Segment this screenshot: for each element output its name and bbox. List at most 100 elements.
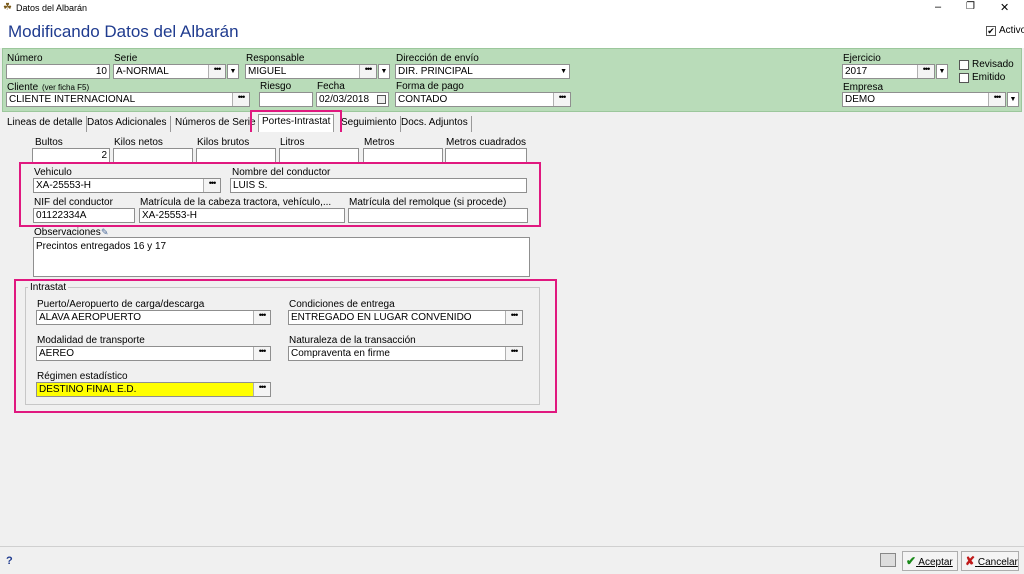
- print-icon[interactable]: [880, 553, 896, 567]
- minimize-button[interactable]: –: [935, 1, 941, 13]
- condiciones-field[interactable]: ENTREGADO EN LUGAR CONVENIDO •••: [288, 310, 523, 325]
- footer-bar: ? ✔ Aceptar ✘ Cancelar: [0, 546, 1024, 574]
- ejercicio-dropdown-button[interactable]: ▼: [936, 64, 948, 79]
- kilos-brutos-field[interactable]: [196, 148, 276, 163]
- activo-checkbox[interactable]: ✔: [986, 26, 996, 36]
- naturaleza-lookup-button[interactable]: •••: [505, 347, 522, 360]
- fecha-label: Fecha: [317, 81, 345, 92]
- kilos-netos-field[interactable]: [113, 148, 193, 163]
- serie-label: Serie: [114, 53, 138, 64]
- chevron-down-icon: ▼: [560, 68, 567, 75]
- emitido-label: Emitido: [972, 72, 1006, 83]
- responsable-value: MIGUEL: [248, 66, 287, 77]
- cliente-value: CLIENTE INTERNACIONAL: [9, 94, 136, 105]
- aceptar-label: Aceptar: [918, 557, 953, 568]
- bultos-value: 2: [101, 150, 107, 161]
- nif-conductor-label: NIF del conductor: [34, 197, 113, 208]
- numero-value: 10: [95, 66, 107, 77]
- vehiculo-label: Vehiculo: [34, 167, 72, 178]
- revisado-checkbox[interactable]: [959, 60, 969, 70]
- emitido-checkbox[interactable]: [959, 73, 969, 83]
- responsable-label: Responsable: [246, 53, 305, 64]
- serie-lookup-button[interactable]: •••: [208, 65, 225, 78]
- revisado-label: Revisado: [972, 59, 1014, 70]
- metros-cuadrados-field[interactable]: [445, 148, 527, 163]
- serie-dropdown-button[interactable]: ▼: [227, 64, 239, 79]
- condiciones-lookup-button[interactable]: •••: [505, 311, 522, 324]
- litros-field[interactable]: [279, 148, 359, 163]
- tab-lineas-detalle[interactable]: Lineas de detalle: [4, 116, 87, 132]
- matricula-remolque-label: Matrícula del remolque (si procede): [349, 197, 507, 208]
- regimen-field[interactable]: DESTINO FINAL E.D. •••: [36, 382, 271, 397]
- regimen-value: DESTINO FINAL E.D.: [39, 384, 137, 395]
- matricula-remolque-field[interactable]: [348, 208, 528, 223]
- cliente-lookup-button[interactable]: •••: [232, 93, 249, 106]
- ejercicio-field[interactable]: 2017 •••: [842, 64, 935, 79]
- restore-button[interactable]: ❐: [966, 1, 975, 12]
- bultos-field[interactable]: 2: [32, 148, 110, 163]
- nombre-conductor-value: LUIS S.: [233, 180, 268, 191]
- naturaleza-value: Compraventa en firme: [291, 348, 390, 359]
- kilos-brutos-label: Kilos brutos: [197, 137, 250, 148]
- tab-numeros-serie[interactable]: Números de Serie: [172, 116, 260, 132]
- puerto-field[interactable]: ALAVA AEROPUERTO •••: [36, 310, 271, 325]
- modalidad-field[interactable]: AEREO •••: [36, 346, 271, 361]
- direccion-envio-select[interactable]: DIR. PRINCIPAL ▼: [395, 64, 570, 79]
- tab-datos-adicionales[interactable]: Datos Adicionales: [84, 116, 171, 132]
- riesgo-label: Riesgo: [260, 81, 292, 92]
- serie-field[interactable]: A-NORMAL •••: [113, 64, 226, 79]
- condiciones-label: Condiciones de entrega: [289, 299, 395, 310]
- matricula-cabeza-field[interactable]: XA-25553-H: [139, 208, 345, 223]
- metros-label: Metros: [364, 137, 395, 148]
- fecha-value: 02/03/2018: [319, 94, 370, 105]
- empresa-lookup-button[interactable]: •••: [988, 93, 1005, 106]
- metros-cuadrados-label: Metros cuadrados: [446, 137, 527, 148]
- regimen-lookup-button[interactable]: •••: [253, 383, 270, 396]
- tab-bar: Lineas de detalle Datos Adicionales Núme…: [0, 114, 1024, 132]
- aceptar-button[interactable]: ✔ Aceptar: [902, 551, 958, 571]
- close-button[interactable]: ✕: [1000, 1, 1009, 14]
- responsable-field[interactable]: MIGUEL •••: [245, 64, 377, 79]
- forma-pago-lookup-button[interactable]: •••: [553, 93, 570, 106]
- riesgo-field[interactable]: [259, 92, 313, 107]
- vehiculo-value: XA-25553-H: [36, 180, 92, 191]
- nif-conductor-field[interactable]: 01122334A: [33, 208, 135, 223]
- puerto-value: ALAVA AEROPUERTO: [39, 312, 142, 323]
- numero-field[interactable]: 10: [6, 64, 110, 79]
- cancelar-button[interactable]: ✘ Cancelar: [961, 551, 1019, 571]
- forma-pago-label: Forma de pago: [396, 81, 464, 92]
- tab-docs-adjuntos[interactable]: Docs. Adjuntos: [398, 116, 472, 132]
- help-icon[interactable]: ?: [6, 555, 13, 567]
- vehiculo-lookup-button[interactable]: •••: [203, 179, 220, 192]
- edit-pencil-icon[interactable]: ✎: [101, 227, 111, 237]
- empresa-dropdown-button[interactable]: ▼: [1007, 92, 1019, 107]
- responsable-lookup-button[interactable]: •••: [359, 65, 376, 78]
- direccion-envio-value: DIR. PRINCIPAL: [398, 66, 473, 77]
- puerto-label: Puerto/Aeropuerto de carga/descarga: [37, 299, 205, 310]
- naturaleza-label: Naturaleza de la transacción: [289, 335, 416, 346]
- nombre-conductor-label: Nombre del conductor: [232, 167, 331, 178]
- modalidad-lookup-button[interactable]: •••: [253, 347, 270, 360]
- puerto-lookup-button[interactable]: •••: [253, 311, 270, 324]
- condiciones-value: ENTREGADO EN LUGAR CONVENIDO: [291, 312, 472, 323]
- ejercicio-lookup-button[interactable]: •••: [917, 65, 934, 78]
- metros-field[interactable]: [363, 148, 443, 163]
- nombre-conductor-field[interactable]: LUIS S.: [230, 178, 527, 193]
- empresa-field[interactable]: DEMO •••: [842, 92, 1006, 107]
- direccion-envio-label: Dirección de envío: [396, 53, 479, 64]
- forma-pago-field[interactable]: CONTADO •••: [395, 92, 571, 107]
- tab-seguimiento[interactable]: Seguimiento: [338, 116, 401, 132]
- responsable-dropdown-button[interactable]: ▼: [378, 64, 390, 79]
- modalidad-value: AEREO: [39, 348, 75, 359]
- ejercicio-value: 2017: [845, 66, 868, 77]
- cancelar-label: Cancelar: [977, 557, 1018, 568]
- calendar-icon[interactable]: [377, 95, 386, 104]
- cross-icon: ✘: [965, 554, 976, 568]
- cliente-field[interactable]: CLIENTE INTERNACIONAL •••: [6, 92, 250, 107]
- check-icon: ✔: [906, 554, 917, 568]
- observaciones-textarea[interactable]: Precintos entregados 16 y 17: [33, 237, 530, 277]
- naturaleza-field[interactable]: Compraventa en firme •••: [288, 346, 523, 361]
- modalidad-label: Modalidad de transporte: [37, 335, 145, 346]
- fecha-field[interactable]: 02/03/2018: [316, 92, 389, 107]
- vehiculo-field[interactable]: XA-25553-H •••: [33, 178, 221, 193]
